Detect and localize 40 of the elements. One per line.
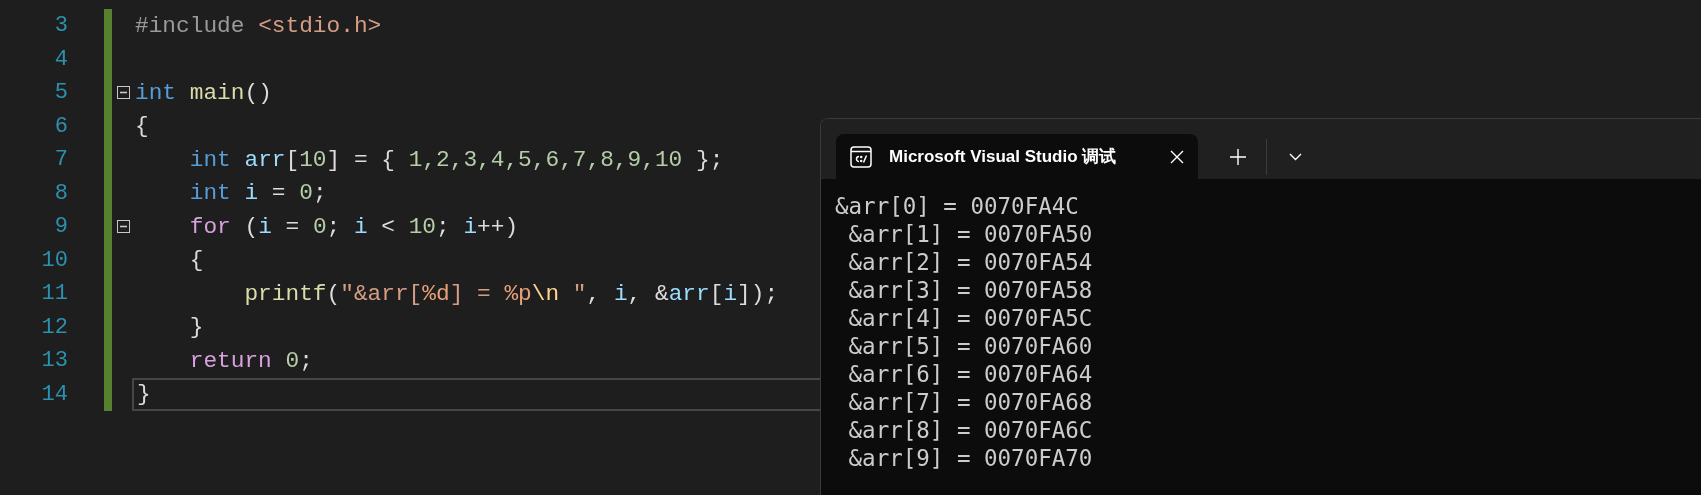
code-line: #include <stdio.h> [135, 12, 382, 39]
console-output-line: &arr[2] = 0070FA54 [847, 248, 1093, 276]
console-output-line: &arr[0] = 0070FA4C [835, 192, 1079, 220]
console-output-line: &arr[5] = 0070FA60 [847, 332, 1093, 360]
line-number: 12 [40, 314, 68, 340]
code-line: int arr[10] = { 1,2,3,4,5,6,7,8,9,10 }; [188, 146, 724, 173]
terminal-tab[interactable]: Microsoft Visual Studio 调试 [836, 134, 1198, 179]
line-number: 3 [53, 13, 68, 39]
close-icon[interactable] [1170, 149, 1184, 164]
line-number: 7 [53, 147, 68, 173]
console-output-line: &arr[8] = 0070FA6C [847, 416, 1093, 444]
chevron-down-icon[interactable] [1288, 152, 1302, 161]
line-number: 5 [53, 80, 68, 106]
console-output-line: &arr[7] = 0070FA68 [847, 388, 1093, 416]
code-line: { [188, 247, 204, 274]
line-number: 6 [53, 113, 68, 139]
console-output-line: &arr[6] = 0070FA64 [847, 360, 1093, 388]
code-line: return 0; [188, 347, 313, 374]
console-output-line: &arr[4] = 0070FA5C [847, 304, 1093, 332]
code-line: } [188, 314, 204, 341]
line-number: 13 [40, 348, 68, 374]
code-line: for (i = 0; i < 10; i++) [188, 213, 519, 240]
line-number: 10 [40, 247, 68, 273]
code-line: int main() [135, 79, 272, 106]
line-number: 8 [53, 180, 68, 206]
collapse-icon[interactable] [117, 220, 130, 234]
code-line: } [137, 381, 151, 408]
line-number: 14 [40, 381, 68, 407]
line-number: 9 [53, 214, 68, 240]
code-line: { [135, 113, 149, 140]
collapse-icon[interactable] [117, 86, 130, 100]
code-line: int i = 0; [188, 180, 327, 207]
line-number: 4 [53, 46, 68, 72]
code-line: printf("&arr[%d] = %p\n ", i, &arr[i]); [243, 280, 779, 307]
line-number: 11 [40, 281, 68, 307]
console-output-line: &arr[3] = 0070FA58 [847, 276, 1093, 304]
console-output-line: &arr[9] = 0070FA70 [847, 444, 1093, 472]
plus-icon[interactable] [1230, 148, 1246, 165]
console-icon [850, 145, 872, 168]
console-output-line: &arr[1] = 0070FA50 [847, 220, 1093, 248]
